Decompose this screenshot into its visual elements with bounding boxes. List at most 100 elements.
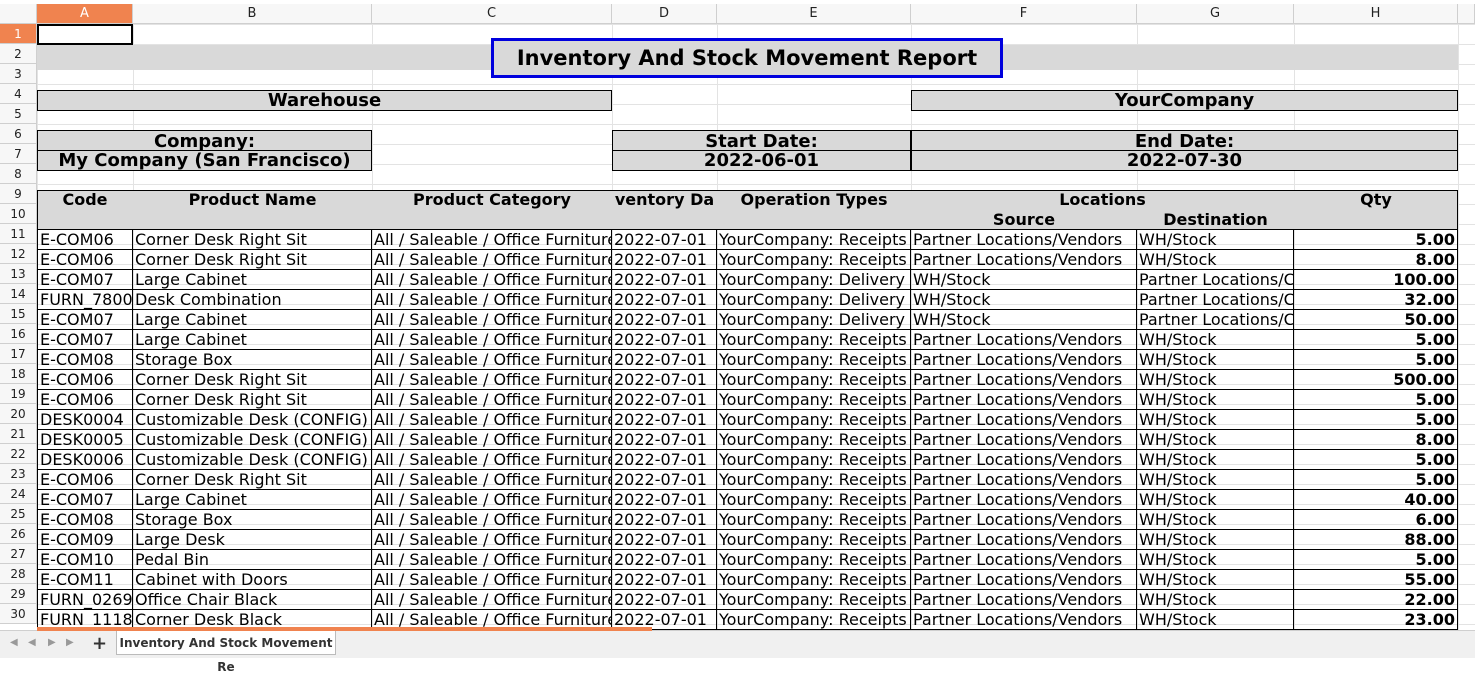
table-cell-source[interactable]: Partner Locations/Vendors [911, 610, 1137, 630]
table-cell-category[interactable]: All / Saleable / Office Furniture [372, 230, 612, 250]
table-cell-category[interactable]: All / Saleable / Office Furniture [372, 570, 612, 590]
table-cell-date[interactable]: 2022-07-01 [612, 490, 717, 510]
table-cell-code[interactable]: FURN_7800 [37, 290, 133, 310]
column-header-d[interactable]: D [612, 4, 717, 24]
row-header[interactable]: 21 [0, 424, 37, 444]
row-header[interactable]: 23 [0, 464, 37, 484]
header-qty[interactable]: Qty [1294, 190, 1458, 210]
table-cell-source[interactable]: WH/Stock [911, 270, 1137, 290]
row-header[interactable]: 25 [0, 504, 37, 524]
table-cell-category[interactable]: All / Saleable / Office Furniture [372, 530, 612, 550]
table-cell-qty[interactable]: 5.00 [1294, 350, 1458, 370]
table-cell-date[interactable]: 2022-07-01 [612, 390, 717, 410]
table-cell-product[interactable]: Storage Box [133, 510, 372, 530]
column-header-c[interactable]: C [372, 4, 612, 24]
table-cell-operation[interactable]: YourCompany: Receipts [717, 330, 911, 350]
table-cell-qty[interactable]: 5.00 [1294, 550, 1458, 570]
table-cell-dest[interactable]: WH/Stock [1137, 230, 1294, 250]
header-code[interactable]: Code [37, 190, 133, 210]
table-cell-category[interactable]: All / Saleable / Office Furniture [372, 250, 612, 270]
start-date-value[interactable]: 2022-06-01 [612, 150, 911, 171]
table-cell-source[interactable]: Partner Locations/Vendors [911, 510, 1137, 530]
table-cell-product[interactable]: Large Cabinet [133, 330, 372, 350]
table-cell-date[interactable]: 2022-07-01 [612, 550, 717, 570]
table-cell-product[interactable]: Large Cabinet [133, 310, 372, 330]
column-header-e[interactable]: E [717, 4, 911, 24]
table-cell-date[interactable]: 2022-07-01 [612, 230, 717, 250]
table-cell-operation[interactable]: YourCompany: Receipts [717, 250, 911, 270]
table-cell-dest[interactable]: WH/Stock [1137, 390, 1294, 410]
table-cell-date[interactable]: 2022-07-01 [612, 410, 717, 430]
company-label[interactable]: Company: [37, 130, 372, 151]
table-cell-operation[interactable]: YourCompany: Receipts [717, 470, 911, 490]
table-cell-operation[interactable]: YourCompany: Receipts [717, 350, 911, 370]
table-cell-qty[interactable]: 23.00 [1294, 610, 1458, 630]
row-header[interactable]: 24 [0, 484, 37, 504]
table-cell-qty[interactable]: 5.00 [1294, 470, 1458, 490]
table-cell-product[interactable]: Large Desk [133, 530, 372, 550]
table-cell-operation[interactable]: YourCompany: Receipts [717, 430, 911, 450]
table-cell-source[interactable]: Partner Locations/Vendors [911, 330, 1137, 350]
start-date-label[interactable]: Start Date: [612, 130, 911, 151]
table-cell-category[interactable]: All / Saleable / Office Furniture [372, 550, 612, 570]
table-cell-operation[interactable]: YourCompany: Receipts [717, 490, 911, 510]
table-cell-code[interactable]: FURN_0269 [37, 590, 133, 610]
row-header[interactable]: 5 [0, 104, 37, 124]
table-cell-qty[interactable]: 5.00 [1294, 230, 1458, 250]
table-cell-code[interactable]: E-COM09 [37, 530, 133, 550]
last-sheet-icon[interactable]: ▶ [66, 637, 74, 648]
row-header[interactable]: 26 [0, 524, 37, 544]
table-cell-category[interactable]: All / Saleable / Office Furniture [372, 470, 612, 490]
table-cell-source[interactable]: Partner Locations/Vendors [911, 570, 1137, 590]
table-cell-category[interactable]: All / Saleable / Office Furniture [372, 430, 612, 450]
row-header[interactable]: 28 [0, 564, 37, 584]
header-product-category[interactable]: Product Category [372, 190, 612, 210]
table-cell-product[interactable]: Storage Box [133, 350, 372, 370]
table-cell-source[interactable]: Partner Locations/Vendors [911, 530, 1137, 550]
add-sheet-icon[interactable]: + [92, 633, 107, 654]
table-cell-category[interactable]: All / Saleable / Office Furniture [372, 410, 612, 430]
table-cell-qty[interactable]: 55.00 [1294, 570, 1458, 590]
row-header[interactable]: 14 [0, 284, 37, 304]
table-cell-dest[interactable]: WH/Stock [1137, 470, 1294, 490]
table-cell-source[interactable]: WH/Stock [911, 310, 1137, 330]
warehouse-label[interactable]: Warehouse [37, 90, 612, 111]
table-cell-dest[interactable]: WH/Stock [1137, 530, 1294, 550]
end-date-label[interactable]: End Date: [911, 130, 1458, 151]
column-header-b[interactable]: B [133, 4, 372, 24]
sheet-tab[interactable]: Inventory And Stock Movement Re [116, 631, 336, 674]
table-cell-dest[interactable]: WH/Stock [1137, 590, 1294, 610]
row-header[interactable]: 1 [0, 24, 37, 44]
table-cell-category[interactable]: All / Saleable / Office Furniture [372, 310, 612, 330]
table-cell-dest[interactable]: WH/Stock [1137, 410, 1294, 430]
table-cell-source[interactable]: Partner Locations/Vendors [911, 430, 1137, 450]
column-header-h[interactable]: H [1294, 4, 1458, 24]
row-header[interactable]: 19 [0, 384, 37, 404]
header-destination[interactable]: Destination [1137, 210, 1294, 230]
table-cell-source[interactable]: Partner Locations/Vendors [911, 230, 1137, 250]
table-cell-code[interactable]: E-COM07 [37, 490, 133, 510]
table-cell-date[interactable]: 2022-07-01 [612, 250, 717, 270]
table-cell-code[interactable]: E-COM07 [37, 270, 133, 290]
table-cell-code[interactable]: E-COM08 [37, 510, 133, 530]
table-cell-source[interactable]: Partner Locations/Vendors [911, 450, 1137, 470]
row-header[interactable]: 20 [0, 404, 37, 424]
table-cell-qty[interactable]: 100.00 [1294, 270, 1458, 290]
table-cell-product[interactable]: Corner Desk Right Sit [133, 230, 372, 250]
table-cell-category[interactable]: All / Saleable / Office Furniture [372, 330, 612, 350]
row-header[interactable]: 11 [0, 224, 37, 244]
table-cell-qty[interactable]: 40.00 [1294, 490, 1458, 510]
table-cell-category[interactable]: All / Saleable / Office Furniture [372, 350, 612, 370]
table-cell-date[interactable]: 2022-07-01 [612, 330, 717, 350]
table-cell-date[interactable]: 2022-07-01 [612, 470, 717, 490]
table-cell-dest[interactable]: WH/Stock [1137, 370, 1294, 390]
table-cell-qty[interactable]: 5.00 [1294, 390, 1458, 410]
table-cell-dest[interactable]: Partner Locations/C [1137, 310, 1294, 330]
table-cell-operation[interactable]: YourCompany: Delivery [717, 270, 911, 290]
table-cell-product[interactable]: Large Cabinet [133, 490, 372, 510]
table-cell-category[interactable]: All / Saleable / Office Furniture [372, 510, 612, 530]
table-cell-category[interactable]: All / Saleable / Office Furniture [372, 590, 612, 610]
column-header-a[interactable]: A [37, 4, 133, 24]
table-cell-qty[interactable]: 500.00 [1294, 370, 1458, 390]
table-cell-qty[interactable]: 5.00 [1294, 410, 1458, 430]
